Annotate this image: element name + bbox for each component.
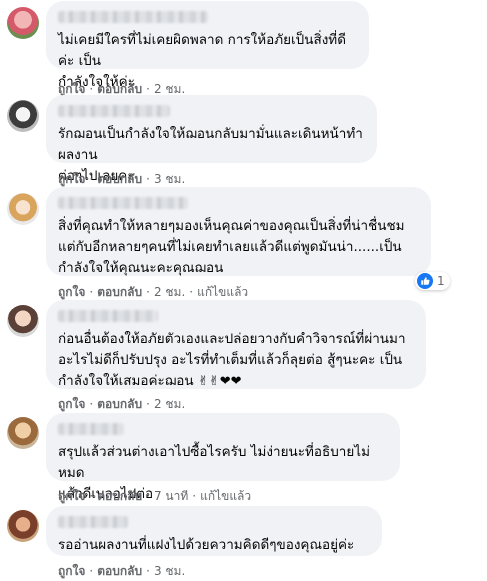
reply-button[interactable]: ตอบกลับ bbox=[97, 172, 142, 186]
like-button[interactable]: ถูกใจ bbox=[58, 82, 85, 96]
comment-bubble: รักฌอนเป็นกำลังใจให้ฌอนกลับมามั่นและเดิน… bbox=[46, 95, 377, 184]
commenter-name-blurred[interactable] bbox=[58, 423, 124, 435]
comment-time[interactable]: 2 ชม. bbox=[154, 397, 185, 411]
reply-button[interactable]: ตอบกลับ bbox=[97, 397, 142, 411]
edited-label[interactable]: แก้ไขแล้ว bbox=[200, 489, 251, 503]
comment-time[interactable]: 7 นาที bbox=[154, 489, 188, 503]
reply-button[interactable]: ตอบกลับ bbox=[97, 489, 142, 503]
comment-bubble: ไม่เคยมีใครที่ไม่เคยผิดพลาด การให้อภัยเป… bbox=[46, 1, 369, 90]
commenter-name-blurred[interactable] bbox=[58, 105, 170, 117]
comment-bubble: สิ่งที่คุณทำให้หลายๆมองเห็นคุณค่าของคุณเ… bbox=[46, 187, 431, 276]
comment-actions: ถูกใจ · ตอบกลับ · 2 ชม. bbox=[58, 397, 186, 411]
reaction-count-badge[interactable]: 1 bbox=[415, 272, 450, 290]
comment-bubble: รออ่านผลงานที่แฝงไปด้วยความคิดดีๆของคุณอ… bbox=[46, 506, 382, 556]
comment-time[interactable]: 3 ชม. bbox=[154, 172, 185, 186]
commenter-name-blurred[interactable] bbox=[58, 516, 128, 528]
comment-bubble: สรุปแล้วส่วนต่างเอาไปซื้อไรครับ ไม่ง่ายน… bbox=[46, 413, 400, 502]
comment-actions: ถูกใจ · ตอบกลับ · 3 ชม. bbox=[58, 564, 186, 578]
like-button[interactable]: ถูกใจ bbox=[58, 172, 85, 186]
comment-text: รออ่านผลงานที่แฝงไปด้วยความคิดดีๆของคุณอ… bbox=[58, 537, 355, 553]
edited-label[interactable]: แก้ไขแล้ว bbox=[197, 285, 248, 299]
reaction-count: 1 bbox=[437, 274, 445, 288]
like-button[interactable]: ถูกใจ bbox=[58, 397, 85, 411]
comment-time[interactable]: 2 ชม. bbox=[154, 285, 185, 299]
commenter-name-blurred[interactable] bbox=[58, 310, 158, 322]
comment-time[interactable]: 3 ชม. bbox=[154, 564, 185, 578]
avatar[interactable] bbox=[7, 305, 39, 337]
commenter-name-blurred[interactable] bbox=[58, 197, 188, 209]
emoji-row: ✌✌❤❤ bbox=[197, 374, 242, 389]
comment-bubble: ก่อนอื่นต้องให้อภัยตัวเองและปล่อยวางกับค… bbox=[46, 300, 426, 389]
like-button[interactable]: ถูกใจ bbox=[58, 564, 85, 578]
comment-actions: ถูกใจ · ตอบกลับ · 7 นาที · แก้ไขแล้ว bbox=[58, 489, 252, 503]
avatar[interactable] bbox=[7, 417, 39, 449]
commenter-name-blurred[interactable] bbox=[58, 11, 208, 23]
avatar[interactable] bbox=[7, 193, 39, 225]
avatar[interactable] bbox=[7, 510, 39, 542]
comment-text: ก่อนอื่นต้องให้อภัยตัวเองและปล่อยวางกับค… bbox=[58, 329, 414, 392]
comment-text: สิ่งที่คุณทำให้หลายๆมองเห็นคุณค่าของคุณเ… bbox=[58, 218, 405, 276]
like-reaction-icon bbox=[417, 273, 433, 289]
like-button[interactable]: ถูกใจ bbox=[58, 489, 85, 503]
reply-button[interactable]: ตอบกลับ bbox=[97, 82, 142, 96]
comment-time[interactable]: 2 ชม. bbox=[154, 82, 185, 96]
like-button[interactable]: ถูกใจ bbox=[58, 285, 85, 299]
avatar[interactable] bbox=[7, 100, 39, 132]
reply-button[interactable]: ตอบกลับ bbox=[97, 564, 142, 578]
avatar[interactable] bbox=[7, 7, 39, 39]
reply-button[interactable]: ตอบกลับ bbox=[97, 285, 142, 299]
